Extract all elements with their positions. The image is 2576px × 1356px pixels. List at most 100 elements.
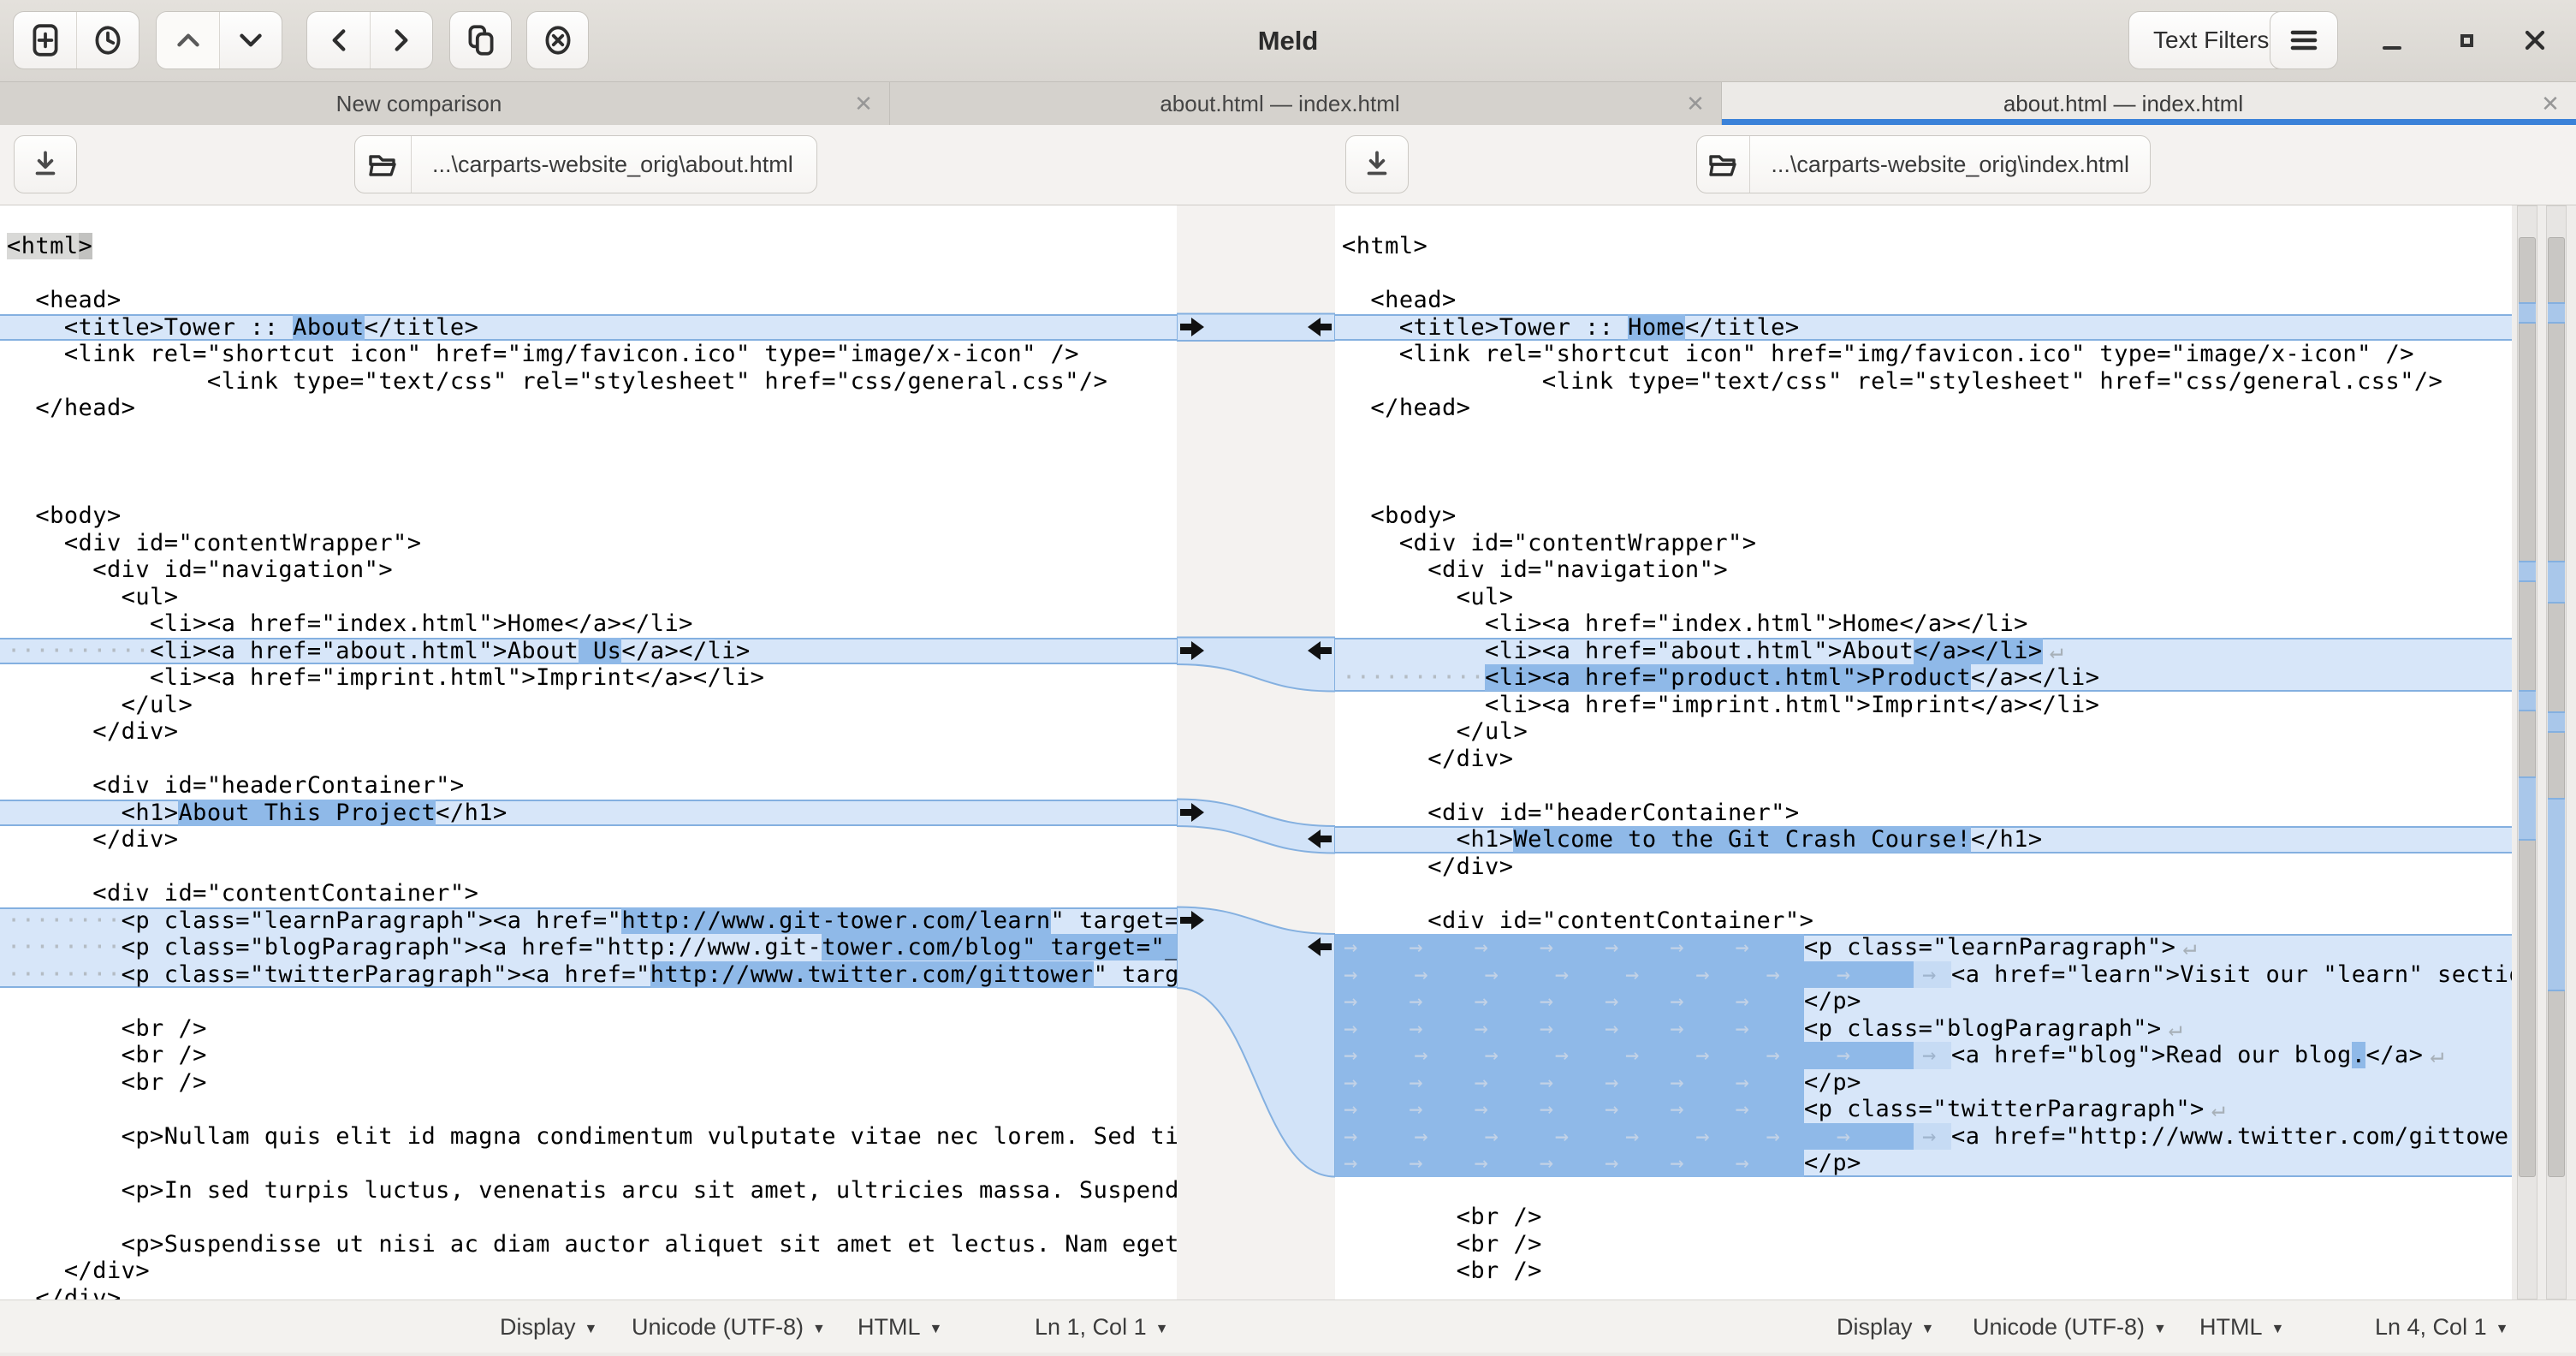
display-menu-left[interactable]: Display▼ xyxy=(500,1300,597,1353)
code-line: <li><a href="imprint.html">Imprint</a></… xyxy=(0,664,1177,692)
diff-map-mark[interactable] xyxy=(2519,776,2536,841)
code-line: <p>Nullam quis elit id magna condimentum… xyxy=(0,1123,1177,1151)
left-editor-pane[interactable]: <html> <head> <title>Tower :: About</tit… xyxy=(0,205,1177,1300)
maximize-button[interactable] xyxy=(2441,11,2492,69)
code-line: <body> xyxy=(1335,503,2512,530)
push-left-button[interactable] xyxy=(307,12,370,68)
code-line: <div id="headerContainer"> xyxy=(1335,800,2512,827)
diff-map-mark[interactable] xyxy=(2548,302,2565,324)
code-line: ········<p class="learnParagraph"><a hre… xyxy=(0,907,1177,935)
tab-whitespace-marker: →→→→→→→→ xyxy=(1335,1123,1914,1151)
newline-marker: ↵ xyxy=(2050,638,2064,664)
tab-label: New comparison xyxy=(0,91,838,117)
code-line xyxy=(0,422,1177,449)
tab-label: about.html — index.html xyxy=(890,91,1670,117)
code-line: ········<p class="blogParagraph"><a href… xyxy=(0,934,1177,961)
dropdown-icon: ▼ xyxy=(2271,1322,2285,1336)
diff-map-mark[interactable] xyxy=(2519,690,2536,711)
code-line: →→→→→→→<p class="learnParagraph">↵ xyxy=(1335,934,2512,961)
code-line xyxy=(0,1204,1177,1231)
previous-change-button[interactable] xyxy=(157,12,219,68)
window-close-button[interactable] xyxy=(2509,11,2561,69)
recent-comparisons-icon xyxy=(90,22,126,58)
code-line: →→→→→→→→→<a href="http://www.twitter.com… xyxy=(1335,1123,2512,1151)
diff-map-mark[interactable] xyxy=(2548,798,2565,991)
next-change-button[interactable] xyxy=(219,12,282,68)
code-line: </div> xyxy=(1335,746,2512,773)
diff-map-mark[interactable] xyxy=(2548,711,2565,733)
diff-map-mark[interactable] xyxy=(2519,561,2536,582)
tab-comparison-2-active[interactable]: about.html — index.html ✕ xyxy=(1722,82,2576,125)
code-line: </ul> xyxy=(1335,718,2512,746)
close-comparison-button[interactable] xyxy=(526,11,589,69)
tab-whitespace-marker: → xyxy=(1914,1123,1951,1151)
code-line: →→→→→→→→→<a href="learn">Visit our "lear… xyxy=(1335,961,2512,989)
menu-button[interactable] xyxy=(2270,11,2338,69)
code-line xyxy=(0,476,1177,503)
dropdown-icon: ▼ xyxy=(2153,1322,2167,1336)
code-line: <h1>Welcome to the Git Crash Course!</h1… xyxy=(1335,826,2512,853)
diff-gutter xyxy=(1177,205,1335,1300)
display-menu-right[interactable]: Display▼ xyxy=(1837,1300,1934,1353)
code-line: <li><a href="index.html">Home</a></li> xyxy=(0,610,1177,638)
code-line: </head> xyxy=(0,395,1177,422)
tab-comparison-1[interactable]: about.html — index.html ✕ xyxy=(890,82,1722,125)
code-line: <h1>About This Project</h1> xyxy=(0,800,1177,827)
code-line: <p>In sed turpis luctus, venenatis arcu … xyxy=(0,1177,1177,1204)
scrollbar-thumb[interactable] xyxy=(2548,237,2565,1177)
code-line xyxy=(0,260,1177,288)
code-line: <title>Tower :: Home</title> xyxy=(1335,314,2512,342)
tab-whitespace-marker: →→→→→→→→ xyxy=(1335,961,1914,989)
push-right-button[interactable] xyxy=(370,12,432,68)
titlebar: Meld xyxy=(0,0,2576,82)
chevron-up-icon xyxy=(170,22,206,58)
recent-comparisons-button[interactable] xyxy=(76,12,139,68)
code-line: <div id="contentContainer"> xyxy=(0,880,1177,907)
code-line: </div> xyxy=(1335,853,2512,881)
meld-window: Meld xyxy=(0,0,2576,1353)
encoding-menu-left[interactable]: Unicode (UTF-8)▼ xyxy=(632,1300,826,1353)
syntax-menu-right[interactable]: HTML▼ xyxy=(2199,1300,2284,1353)
file-chooser-left[interactable]: ...\carparts-website_orig\about.html xyxy=(354,135,817,193)
cursor-position-left[interactable]: Ln 1, Col 1▼ xyxy=(1035,1300,1168,1353)
cursor-position-right[interactable]: Ln 4, Col 1▼ xyxy=(2375,1300,2508,1353)
diff-link-heading xyxy=(1177,800,1335,853)
cursor-label: Ln 1, Col 1 xyxy=(1035,1314,1147,1340)
save-icon xyxy=(1359,146,1395,182)
file-chooser-right[interactable]: ...\carparts-website_orig\index.html xyxy=(1696,135,2151,193)
new-comparison-button[interactable] xyxy=(14,12,76,68)
tab-close-icon[interactable]: ✕ xyxy=(2525,91,2576,117)
tab-close-icon[interactable]: ✕ xyxy=(1670,91,1721,117)
code-line xyxy=(0,746,1177,773)
code-line xyxy=(1335,422,2512,449)
code-line: <head> xyxy=(0,287,1177,314)
diff-map-mark[interactable] xyxy=(2548,561,2565,604)
tab-close-icon[interactable]: ✕ xyxy=(838,91,889,117)
code-line: <ul> xyxy=(1335,584,2512,611)
diff-map-mark[interactable] xyxy=(2519,302,2536,324)
save-left-button[interactable] xyxy=(14,135,77,193)
encoding-menu-right[interactable]: Unicode (UTF-8)▼ xyxy=(1973,1300,2167,1353)
syntax-menu-left[interactable]: HTML▼ xyxy=(858,1300,942,1353)
tab-new-comparison[interactable]: New comparison ✕ xyxy=(0,82,890,125)
folder-open-icon xyxy=(355,136,412,193)
code-line: <body> xyxy=(0,503,1177,530)
code-line: <div id="contentContainer"> xyxy=(1335,907,2512,935)
code-line: <li><a href="index.html">Home</a></li> xyxy=(1335,610,2512,638)
code-line: <html> xyxy=(0,233,1177,260)
copy-button[interactable] xyxy=(449,11,512,69)
minimize-button[interactable] xyxy=(2366,11,2418,69)
tab-whitespace-marker: →→→→→→→ xyxy=(1335,1015,1804,1043)
comparison-button-group xyxy=(13,11,139,69)
close-circle-icon xyxy=(540,22,576,58)
code-line: <li><a href="imprint.html">Imprint</a></… xyxy=(1335,692,2512,719)
code-line xyxy=(1335,880,2512,907)
save-right-button[interactable] xyxy=(1345,135,1409,193)
display-label: Display xyxy=(1837,1314,1913,1340)
code-line xyxy=(0,1096,1177,1123)
right-editor-pane[interactable]: <html> <head> <title>Tower :: Home</titl… xyxy=(1335,205,2512,1300)
right-file-path: ...\carparts-website_orig\index.html xyxy=(1750,152,2150,178)
right-diff-map[interactable] xyxy=(2546,205,2567,1300)
left-diff-map[interactable] xyxy=(2517,205,2537,1300)
minimize-icon xyxy=(2379,27,2405,53)
